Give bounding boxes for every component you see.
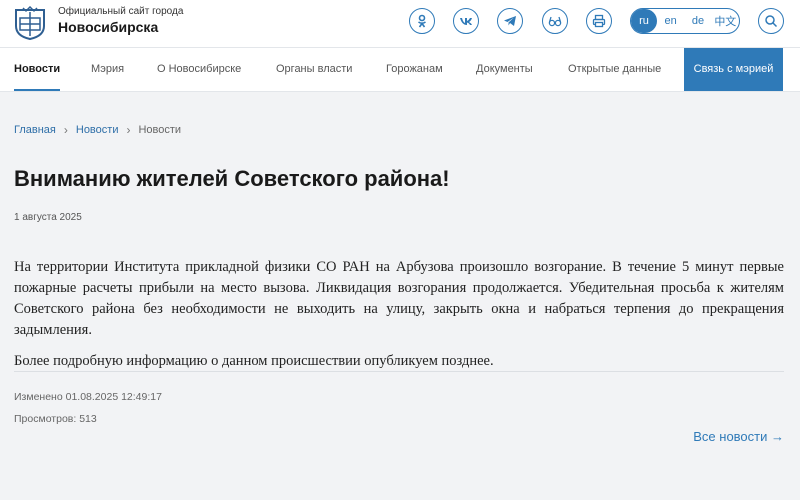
breadcrumb-home-link[interactable]: Главная bbox=[14, 124, 56, 136]
odnoklassniki-icon[interactable] bbox=[409, 8, 435, 34]
print-icon[interactable] bbox=[586, 8, 612, 34]
site-subtitle: Официальный сайт города bbox=[58, 6, 184, 17]
breadcrumb-news-link[interactable]: Новости bbox=[76, 124, 119, 136]
chevron-right-icon: › bbox=[126, 123, 131, 137]
article-title: Вниманию жителей Советского района! bbox=[14, 166, 450, 191]
nav-item-documents[interactable]: Документы bbox=[476, 48, 533, 91]
article-paragraph: Более подробную информацию о данном прои… bbox=[14, 353, 494, 369]
all-news-link[interactable]: Все новости → bbox=[693, 429, 784, 444]
lang-zh[interactable]: 中文 bbox=[712, 13, 739, 29]
nav-item-mayoralty[interactable]: Мэрия bbox=[91, 48, 124, 91]
breadcrumb: Главная › Новости › Новости bbox=[14, 123, 181, 137]
site-header: Официальный сайт города Новосибирска ru … bbox=[0, 0, 800, 48]
view-count: Просмотров: 513 bbox=[14, 413, 97, 425]
chevron-right-icon: › bbox=[63, 123, 68, 137]
breadcrumb-current: Новости bbox=[138, 124, 182, 136]
nav-item-authorities[interactable]: Органы власти bbox=[276, 48, 352, 91]
language-switcher: ru en de 中文 bbox=[630, 8, 740, 34]
search-icon[interactable] bbox=[758, 8, 784, 34]
site-title[interactable]: Новосибирска bbox=[58, 19, 158, 35]
lang-de[interactable]: de bbox=[684, 15, 711, 27]
nav-item-citizens[interactable]: Горожанам bbox=[386, 48, 443, 91]
lang-ru[interactable]: ru bbox=[631, 9, 657, 33]
accessibility-glasses-icon[interactable] bbox=[542, 8, 568, 34]
vk-icon[interactable] bbox=[453, 8, 479, 34]
telegram-icon[interactable] bbox=[497, 8, 523, 34]
nav-item-about-city[interactable]: О Новосибирске bbox=[157, 48, 241, 91]
contact-mayoralty-button[interactable]: Связь с мэрией bbox=[684, 48, 783, 91]
article-date: 1 августа 2025 bbox=[14, 212, 82, 223]
article-body: На территории Института прикладной физик… bbox=[14, 257, 784, 382]
modified-timestamp: Изменено 01.08.2025 12:49:17 bbox=[14, 391, 162, 403]
divider bbox=[14, 371, 784, 372]
article-paragraph: На территории Института прикладной физик… bbox=[14, 259, 784, 338]
city-coat-of-arms-icon[interactable] bbox=[14, 6, 46, 40]
main-nav: Новости Мэрия О Новосибирске Органы влас… bbox=[0, 48, 800, 92]
nav-item-news[interactable]: Новости bbox=[14, 48, 61, 91]
lang-en[interactable]: en bbox=[657, 15, 684, 27]
nav-item-open-data[interactable]: Открытые данные bbox=[568, 48, 661, 91]
